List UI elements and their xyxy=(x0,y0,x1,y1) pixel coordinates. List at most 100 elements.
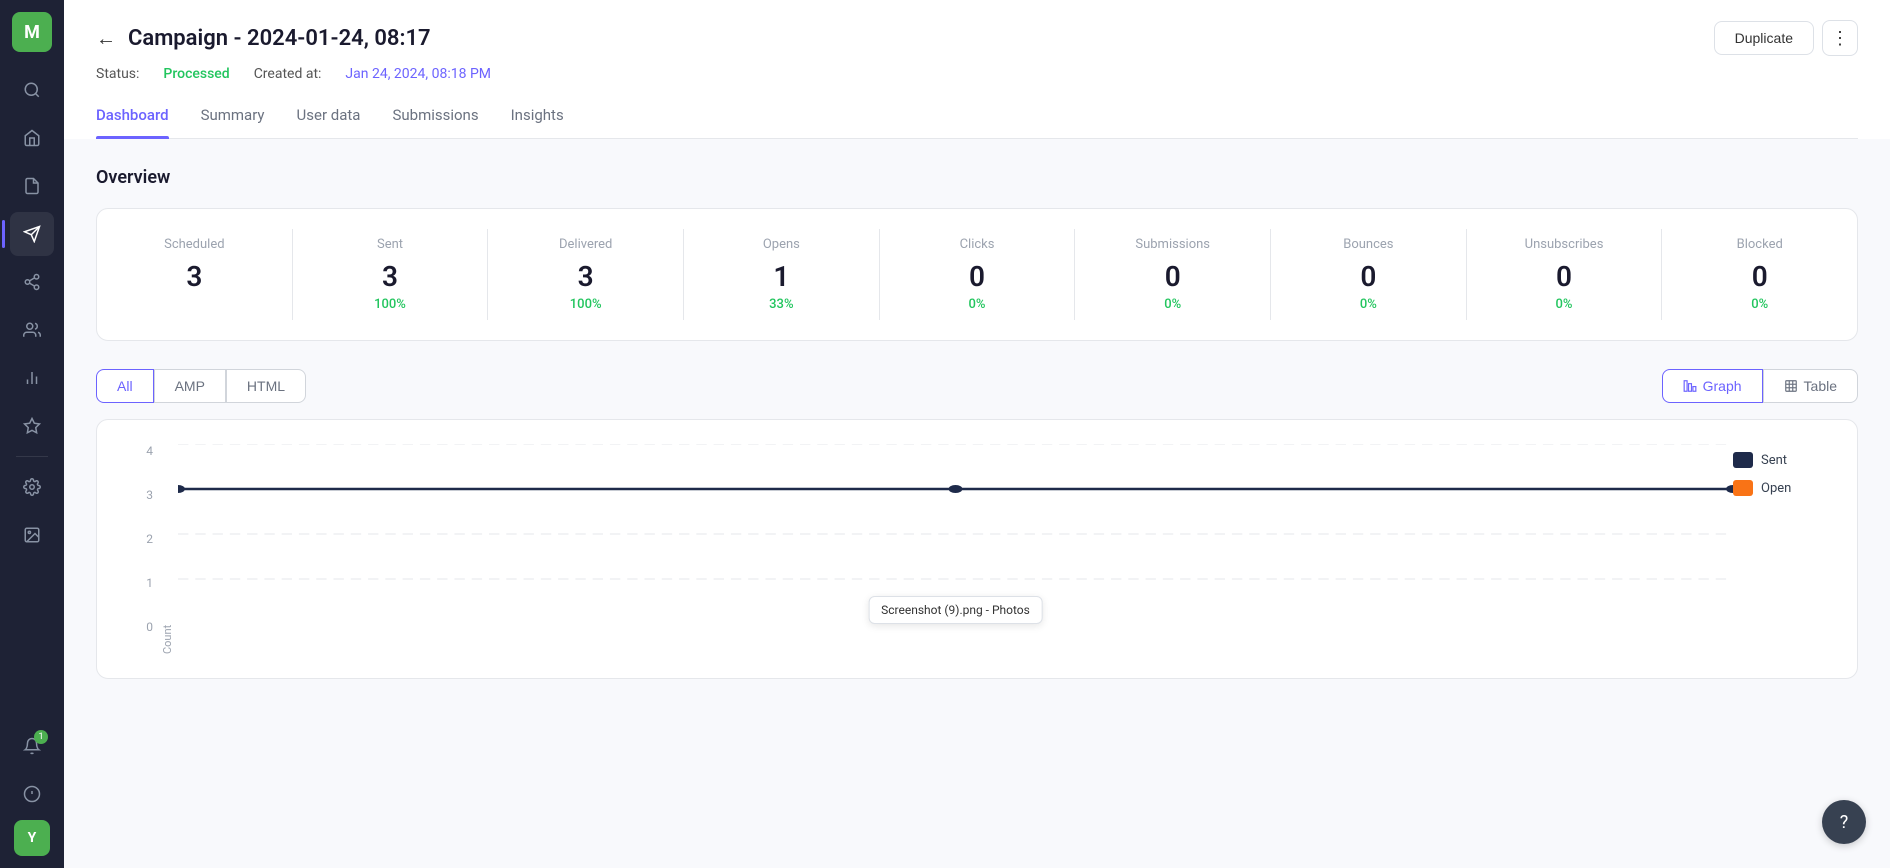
metric-scheduled: Scheduled 3 xyxy=(97,229,293,320)
metric-opens-percent: 33% xyxy=(769,297,793,312)
metric-bounces-label: Bounces xyxy=(1343,237,1393,252)
more-options-button[interactable]: ⋮ xyxy=(1822,20,1858,56)
filter-tab-amp[interactable]: AMP xyxy=(154,369,226,403)
y-axis-label-4: 4 xyxy=(146,444,153,458)
legend-label-open: Open xyxy=(1761,481,1791,496)
tab-insights[interactable]: Insights xyxy=(511,98,564,138)
filter-tab-html[interactable]: HTML xyxy=(226,369,306,403)
help-button[interactable]: ? xyxy=(1822,800,1866,844)
chart-controls: All AMP HTML Graph Table xyxy=(96,369,1858,403)
legend-color-open xyxy=(1733,480,1753,496)
metric-unsubscribes: Unsubscribes 0 0% xyxy=(1467,229,1663,320)
metric-sent-value: 3 xyxy=(382,260,398,293)
main-content: ← Campaign - 2024-01-24, 08:17 Duplicate… xyxy=(64,0,1890,868)
sidebar-item-contacts[interactable] xyxy=(10,308,54,352)
metric-unsubscribes-value: 0 xyxy=(1556,260,1572,293)
y-axis-count-label: Count xyxy=(161,625,174,654)
legend-label-sent: Sent xyxy=(1761,453,1787,468)
logo-icon: M xyxy=(24,22,40,43)
status-row: Status: Processed Created at: Jan 24, 20… xyxy=(96,66,1858,82)
back-button[interactable]: ← xyxy=(96,26,116,51)
tab-submissions[interactable]: Submissions xyxy=(392,98,478,138)
metric-clicks-percent: 0% xyxy=(969,297,986,312)
y-axis-label-3: 3 xyxy=(146,488,153,502)
metric-clicks: Clicks 0 0% xyxy=(880,229,1076,320)
metric-unsubscribes-label: Unsubscribes xyxy=(1525,237,1604,252)
metric-scheduled-label: Scheduled xyxy=(164,237,224,252)
chart-legend: Sent Open xyxy=(1733,444,1833,654)
metric-delivered-value: 3 xyxy=(578,260,594,293)
overview-card: Scheduled 3 Sent 3 100% Delivered 3 100%… xyxy=(96,208,1858,341)
header-actions: Duplicate ⋮ xyxy=(1714,20,1858,56)
metric-blocked: Blocked 0 0% xyxy=(1662,229,1857,320)
metric-sent: Sent 3 100% xyxy=(293,229,489,320)
y-axis-label-2: 2 xyxy=(146,532,153,546)
tab-user-data[interactable]: User data xyxy=(297,98,361,138)
view-toggle: Graph Table xyxy=(1662,369,1858,403)
header: ← Campaign - 2024-01-24, 08:17 Duplicate… xyxy=(64,0,1890,139)
metric-delivered-percent: 100% xyxy=(570,297,602,312)
metric-blocked-value: 0 xyxy=(1752,260,1768,293)
y-axis-label-0: 0 xyxy=(146,620,153,634)
sidebar-item-search[interactable] xyxy=(10,68,54,112)
created-label: Created at: xyxy=(254,66,322,82)
sidebar-item-campaigns[interactable] xyxy=(10,212,54,256)
sidebar-item-automations[interactable] xyxy=(10,404,54,448)
user-avatar[interactable]: Y xyxy=(14,820,50,856)
overview-title: Overview xyxy=(96,167,1858,188)
metric-bounces-percent: 0% xyxy=(1360,297,1377,312)
legend-color-sent xyxy=(1733,452,1753,468)
metric-blocked-percent: 0% xyxy=(1751,297,1768,312)
metric-scheduled-value: 3 xyxy=(186,260,202,293)
legend-item-open: Open xyxy=(1733,480,1833,496)
status-badge: Processed xyxy=(163,66,229,82)
metric-sent-label: Sent xyxy=(377,237,403,252)
sidebar-item-analytics[interactable] xyxy=(10,356,54,400)
status-label: Status: xyxy=(96,66,139,82)
tab-dashboard[interactable]: Dashboard xyxy=(96,98,169,138)
metric-bounces: Bounces 0 0% xyxy=(1271,229,1467,320)
header-top: ← Campaign - 2024-01-24, 08:17 Duplicate… xyxy=(96,20,1858,56)
metric-submissions: Submissions 0 0% xyxy=(1075,229,1271,320)
metric-unsubscribes-percent: 0% xyxy=(1556,297,1573,312)
metric-clicks-value: 0 xyxy=(969,260,985,293)
sidebar-item-billing[interactable] xyxy=(10,772,54,816)
content-area: Overview Scheduled 3 Sent 3 100% Deliver… xyxy=(64,139,1890,868)
sidebar-logo[interactable]: M xyxy=(12,12,52,52)
chart-tooltip: Screenshot (9).png - Photos xyxy=(868,596,1043,624)
sidebar-item-integrations[interactable] xyxy=(10,260,54,304)
view-btn-table[interactable]: Table xyxy=(1763,369,1858,403)
sidebar-divider xyxy=(16,456,48,457)
chart-container: 0 1 2 3 4 Count xyxy=(96,419,1858,679)
view-btn-graph[interactable]: Graph xyxy=(1662,369,1763,403)
view-btn-table-label: Table xyxy=(1804,378,1837,394)
tab-summary[interactable]: Summary xyxy=(201,98,265,138)
filter-tabs: All AMP HTML xyxy=(96,369,306,403)
metric-delivered: Delivered 3 100% xyxy=(488,229,684,320)
filter-tab-all[interactable]: All xyxy=(96,369,154,403)
duplicate-button[interactable]: Duplicate xyxy=(1714,21,1814,55)
metric-blocked-label: Blocked xyxy=(1737,237,1783,252)
sidebar-item-assets[interactable] xyxy=(10,513,54,557)
metric-opens-value: 1 xyxy=(773,260,789,293)
header-title-row: ← Campaign - 2024-01-24, 08:17 xyxy=(96,26,431,51)
metric-bounces-value: 0 xyxy=(1360,260,1376,293)
sidebar-item-documents[interactable] xyxy=(10,164,54,208)
metric-opens: Opens 1 33% xyxy=(684,229,880,320)
metric-submissions-percent: 0% xyxy=(1164,297,1181,312)
sidebar-item-home[interactable] xyxy=(10,116,54,160)
metric-sent-percent: 100% xyxy=(374,297,406,312)
metric-opens-label: Opens xyxy=(763,237,800,252)
metric-clicks-label: Clicks xyxy=(960,237,995,252)
y-axis-label-1: 1 xyxy=(146,576,153,590)
chart-tooltip-text: Screenshot (9).png - Photos xyxy=(881,603,1030,617)
sidebar-bottom: 1 Y xyxy=(10,724,54,856)
sidebar-item-notifications[interactable]: 1 xyxy=(10,724,54,768)
metric-submissions-label: Submissions xyxy=(1135,237,1210,252)
metric-delivered-label: Delivered xyxy=(559,237,612,252)
created-value: Jan 24, 2024, 08:18 PM xyxy=(345,66,491,82)
page-title: Campaign - 2024-01-24, 08:17 xyxy=(128,26,431,51)
sidebar-item-settings[interactable] xyxy=(10,465,54,509)
view-btn-graph-label: Graph xyxy=(1703,378,1742,394)
sidebar: M 1 Y xyxy=(0,0,64,868)
